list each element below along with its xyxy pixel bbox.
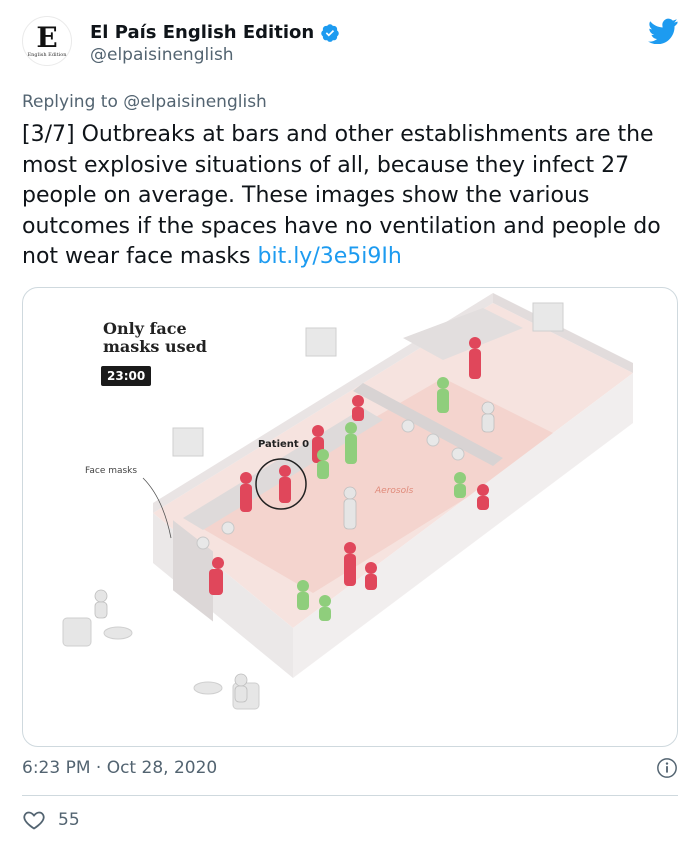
tweet-timestamp[interactable]: 6:23 PM · Oct 28, 2020 [22, 758, 217, 778]
illustration-title: Only face masks used [103, 319, 207, 356]
avatar-logo-caption: English Edition [27, 51, 67, 58]
author-block: El País English Edition @elpaisinenglish [90, 22, 340, 65]
tweet-media-card[interactable]: Only face masks used 23:00 Face masks Pa… [22, 287, 678, 747]
bar-stool [196, 536, 210, 550]
bar-stool [426, 433, 440, 447]
author-display-name[interactable]: El País English Edition [90, 22, 314, 43]
heart-icon[interactable] [22, 808, 46, 832]
ac-unit [305, 327, 337, 357]
reply-prefix: Replying to [22, 92, 124, 112]
reply-context: Replying to @elpaisinenglish [22, 92, 267, 112]
twitter-bird-icon[interactable] [648, 18, 678, 44]
author-name-row[interactable]: El País English Edition [90, 22, 340, 43]
tweet-body: [3/7] Outbreaks at bars and other establ… [22, 120, 682, 273]
avatar-logo-letter: E [36, 20, 58, 54]
outdoor-table [193, 681, 223, 695]
bar-stool [401, 419, 415, 433]
info-icon[interactable] [656, 757, 678, 779]
ac-unit [172, 427, 204, 457]
bar-stool [221, 521, 235, 535]
label-patient-zero: Patient 0 [258, 439, 310, 450]
label-face-masks: Face masks [85, 466, 138, 476]
illustration-time-badge: 23:00 [101, 366, 152, 386]
reply-mention-link[interactable]: @elpaisinenglish [123, 92, 267, 112]
divider [22, 795, 678, 796]
like-count: 55 [58, 810, 80, 830]
bar-illustration [62, 293, 633, 710]
ac-unit [532, 302, 564, 332]
outdoor-table [103, 626, 133, 640]
outdoor-chair [62, 617, 92, 647]
tweet-link[interactable]: bit.ly/3e5i9Ih [258, 244, 402, 269]
like-action[interactable]: 55 [22, 808, 80, 832]
verified-badge-icon [321, 23, 339, 42]
author-handle[interactable]: @elpaisinenglish [90, 45, 340, 65]
bar-stool [451, 447, 465, 461]
avatar[interactable]: E English Edition [22, 16, 72, 66]
label-aerosols: Aerosols [375, 486, 414, 496]
